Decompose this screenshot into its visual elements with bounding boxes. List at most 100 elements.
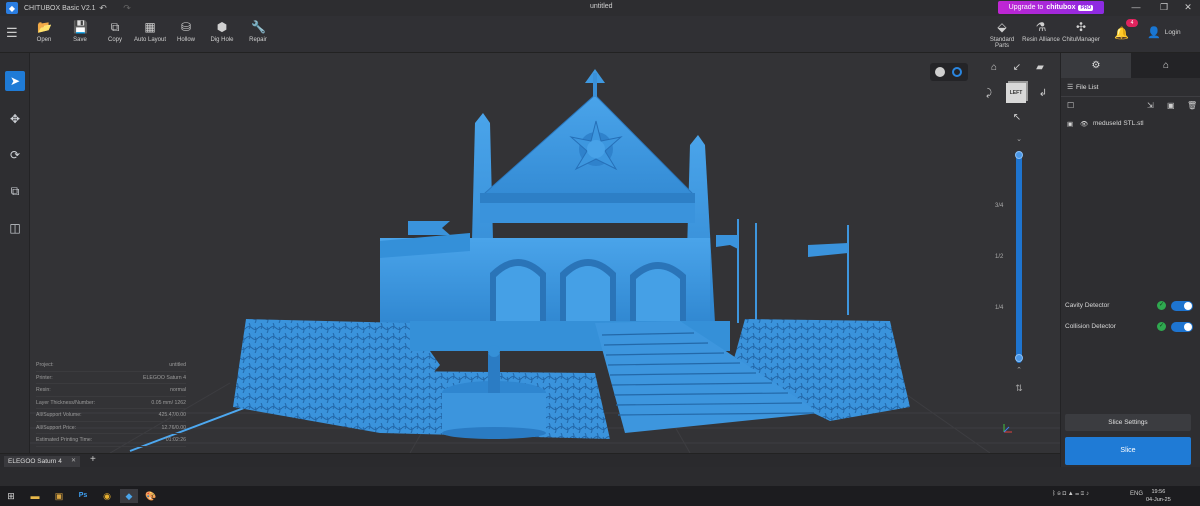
home-view-icon[interactable]: ⌂ — [987, 61, 1001, 75]
group-icon[interactable]: ▣ — [1167, 101, 1175, 110]
maximize-button[interactable]: ❐ — [1156, 1, 1172, 14]
tool-label: Copy — [107, 37, 122, 43]
slider-label-1-2: 1/2 — [995, 254, 1004, 260]
minimize-button[interactable]: — — [1128, 1, 1144, 14]
info-row: Project: untitled — [36, 359, 186, 372]
save-icon: 💾 — [73, 20, 88, 34]
temple-model[interactable] — [233, 69, 910, 439]
file-explorer-icon[interactable]: ▬ — [28, 489, 42, 503]
chitumanager-button[interactable]: ✣ ChituManager — [1061, 20, 1101, 43]
file-list-item[interactable]: ▣ 👁 meduseId STL.stl — [1061, 119, 1200, 131]
xray-mode-icon[interactable] — [952, 67, 962, 77]
slice-settings-button[interactable]: Slice Settings — [1065, 414, 1191, 431]
slider-up-icon[interactable]: ⌄ — [1015, 135, 1023, 143]
image-viewer-icon[interactable]: ▣ — [52, 489, 66, 503]
rotate-left-icon[interactable]: ⤸ — [982, 87, 996, 101]
info-label: All/Support Volume: — [36, 412, 82, 418]
tool-label: ChituManager — [1062, 37, 1100, 43]
collision-detector-toggle[interactable] — [1171, 322, 1193, 332]
model-info-panel: Project: untitled Printer: ELEGOO Saturn 4 R… — [36, 359, 186, 447]
system-tray-icons[interactable]: ᛒ ◉ ⧉ ▲ ▭ ◫ ♪ — [1052, 491, 1089, 497]
user-icon: 👤 — [1147, 27, 1161, 39]
list-icon: ☰ — [1067, 84, 1074, 91]
copy-button[interactable]: ⧉ Copy — [95, 20, 135, 43]
right-panel-tabs: ⚙ ⌂ — [1061, 53, 1200, 78]
info-value: 0.05 mm/ 1262 — [151, 399, 186, 406]
upgrade-brand: chitubox — [1046, 4, 1076, 11]
tool-label: Dig Hole — [210, 37, 234, 43]
rotate-tool-button[interactable]: ⟳ — [5, 145, 25, 165]
file-checkbox[interactable]: ▣ — [1067, 120, 1073, 128]
photoshop-icon[interactable]: Ps — [76, 489, 90, 503]
upgrade-button[interactable]: Upgrade to chitubox PRO — [998, 1, 1104, 14]
mirror-tool-button[interactable]: ◫ — [5, 218, 25, 238]
divider — [1061, 96, 1200, 97]
printer-tab[interactable]: ELEGOO Saturn 4 ✕ — [4, 456, 80, 467]
close-tab-icon[interactable]: ✕ — [71, 456, 76, 467]
tool-label: Open — [36, 37, 52, 43]
auto-layout-button[interactable]: ▦ Auto Layout — [130, 20, 170, 43]
chrome-icon[interactable]: ◉ — [100, 489, 114, 503]
file-list-title: File List — [1076, 84, 1099, 91]
move-tool-button[interactable]: ✥ — [5, 109, 25, 129]
delete-icon[interactable]: 🗑 — [1187, 101, 1197, 110]
close-window-button[interactable]: ✕ — [1180, 1, 1196, 14]
chitubox-taskbar-icon[interactable]: ◆ — [120, 489, 138, 503]
layer-slider[interactable] — [1016, 151, 1022, 363]
file-list-tools: ☐ ⇲ ▣ 🗑 — [1067, 101, 1197, 113]
solid-mode-icon[interactable] — [935, 67, 945, 77]
redo-icon[interactable]: ↷ — [120, 1, 134, 15]
info-value: ELEGOO Saturn 4 — [143, 374, 186, 381]
cavity-detector-toggle[interactable] — [1171, 301, 1193, 311]
auto-layout-icon: ▦ — [144, 20, 156, 34]
slice-button[interactable]: Slice — [1065, 437, 1191, 465]
view-cube[interactable]: LEFT — [1006, 83, 1026, 103]
hollow-button[interactable]: ⛁ Hollow — [166, 20, 206, 43]
cavity-detector-row: Cavity Detector ✓ — [1065, 299, 1197, 313]
bottom-view-icon[interactable]: ↖ — [1010, 111, 1024, 125]
undo-icon[interactable]: ↶ — [96, 1, 110, 15]
view-cube-area: ⌂ ↙ ▰ ⤸ LEFT ↲ ↖ — [980, 59, 1050, 129]
scale-tool-button[interactable]: ⧉ — [5, 181, 25, 201]
select-tool-button[interactable]: ➤ — [5, 71, 25, 91]
login-button[interactable]: 👤 Login — [1147, 26, 1191, 39]
standard-parts-button[interactable]: ⬙ Standard Parts — [982, 20, 1022, 49]
repair-button[interactable]: 🔧 Repair — [238, 20, 278, 43]
save-button[interactable]: 💾 Save — [60, 20, 100, 43]
upgrade-label: Upgrade to — [1008, 4, 1044, 11]
info-value: normal — [170, 387, 186, 393]
paint-icon[interactable]: 🎨 — [144, 489, 158, 503]
3d-viewport[interactable]: Project: untitled Printer: ELEGOO Saturn 4 R… — [30, 53, 1060, 453]
layer-slider-bottom-handle[interactable] — [1015, 354, 1023, 362]
clock[interactable]: 19:56 04-Jun-25 — [1146, 488, 1171, 504]
slider-down-icon[interactable]: ⌃ — [1015, 366, 1023, 374]
start-icon[interactable]: ⊞ — [4, 489, 18, 503]
dig-hole-button[interactable]: ⬢ Dig Hole — [202, 20, 242, 43]
open-button[interactable]: 📂 Open — [24, 20, 64, 43]
chitumanager-icon: ✣ — [1075, 20, 1087, 34]
tab-printer[interactable]: ⌂ — [1131, 53, 1200, 78]
tab-file-settings[interactable]: ⚙ — [1061, 53, 1131, 78]
hamburger-menu-icon[interactable]: ☰ — [6, 26, 20, 40]
slider-swap-icon[interactable]: ⇅ — [1015, 383, 1023, 394]
document-title: untitled — [590, 3, 613, 10]
layer-slider-top-handle[interactable] — [1015, 151, 1023, 159]
info-label: Resin: — [36, 387, 51, 393]
info-label: Estimated Printing Time: — [36, 437, 93, 443]
file-settings-icon: ⚙ — [1091, 60, 1101, 71]
perspective-view-icon[interactable]: ▰ — [1033, 61, 1047, 75]
resin-alliance-icon: ⚗ — [1035, 20, 1047, 34]
top-left-view-icon[interactable]: ↙ — [1010, 61, 1024, 75]
notifications-button[interactable]: 🔔 — [1101, 26, 1141, 43]
rotate-right-icon[interactable]: ↲ — [1036, 87, 1050, 101]
resin-alliance-button[interactable]: ⚗ Resin Alliance — [1021, 20, 1061, 43]
language-indicator[interactable]: ENG — [1130, 491, 1143, 497]
collision-detector-row: Collision Detector ✓ — [1065, 320, 1197, 334]
select-all-checkbox[interactable]: ☐ — [1067, 101, 1074, 110]
visibility-eye-icon[interactable]: 👁 — [1080, 120, 1088, 128]
import-icon[interactable]: ⇲ — [1147, 101, 1154, 110]
add-printer-tab-button[interactable]: + — [90, 454, 96, 465]
standard-parts-icon: ⬙ — [997, 20, 1007, 34]
render-mode-toggle[interactable] — [930, 63, 968, 81]
cavity-detector-label: Cavity Detector — [1065, 302, 1110, 309]
